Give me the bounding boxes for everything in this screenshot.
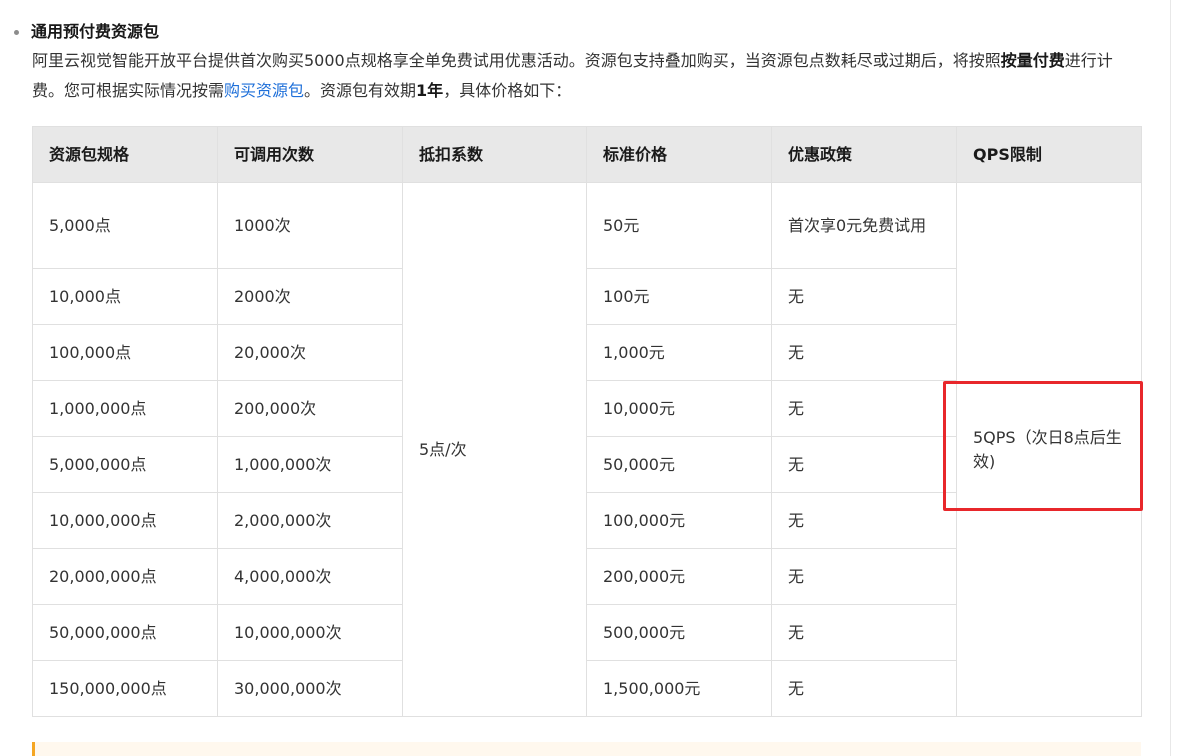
intro-text-4: ，具体价格如下： [443,81,572,100]
section-heading-row: 通用预付费资源包 [14,18,159,42]
header-spec: 资源包规格 [32,126,218,183]
header-qps: QPS限制 [956,126,1142,183]
cell-calls: 2000次 [217,268,403,325]
cell-promo: 无 [771,660,957,717]
cell-price: 100,000元 [586,492,772,549]
header-price: 标准价格 [586,126,772,183]
cell-price: 500,000元 [586,604,772,661]
cell-price: 100元 [586,268,772,325]
cell-spec: 10,000,000点 [32,492,218,549]
cell-calls: 4,000,000次 [217,548,403,605]
cell-spec: 10,000点 [32,268,218,325]
table-row: 5,000点 1000次 5点/次 50元 首次享0元免费试用 5QPS（次日8… [32,182,1142,717]
section-heading: 通用预付费资源包 [31,22,160,41]
cell-price: 1,500,000元 [586,660,772,717]
cell-calls: 1000次 [217,182,403,269]
intro-bold-validity: 1年 [416,81,444,100]
cell-spec: 5,000,000点 [32,436,218,493]
cell-calls: 20,000次 [217,324,403,381]
cell-promo: 无 [771,604,957,661]
cell-spec: 150,000,000点 [32,660,218,717]
bullet-dot-icon [14,29,19,35]
cell-promo: 无 [771,436,957,493]
cell-price: 50,000元 [586,436,772,493]
cell-promo: 无 [771,268,957,325]
cell-spec: 50,000,000点 [32,604,218,661]
intro-paragraph: 阿里云视觉智能开放平台提供首次购买5000点规格享全单免费试用优惠活动。资源包支… [32,46,1144,106]
header-promo: 优惠政策 [771,126,957,183]
cell-price: 1,000元 [586,324,772,381]
cell-promo: 无 [771,380,957,437]
cell-calls: 30,000,000次 [217,660,403,717]
doc-page: 通用预付费资源包 阿里云视觉智能开放平台提供首次购买5000点规格享全单免费试用… [0,0,1190,756]
cell-spec: 20,000,000点 [32,548,218,605]
cell-calls: 1,000,000次 [217,436,403,493]
cell-deduction: 5点/次 [402,182,587,717]
qps-highlight-box [943,381,1143,511]
note-callout [32,742,1141,756]
cell-price: 10,000元 [586,380,772,437]
buy-package-link[interactable]: 购买资源包 [224,81,304,100]
cell-price: 200,000元 [586,548,772,605]
scrollbar-track[interactable] [1170,0,1171,756]
cell-spec: 100,000点 [32,324,218,381]
cell-promo: 无 [771,324,957,381]
header-calls: 可调用次数 [217,126,403,183]
cell-calls: 200,000次 [217,380,403,437]
table-header-row: 资源包规格 可调用次数 抵扣系数 标准价格 优惠政策 QPS限制 [32,126,1142,183]
intro-bold-pay-as-you-go: 按量付费 [1000,51,1065,70]
cell-calls: 10,000,000次 [217,604,403,661]
intro-text-1: 阿里云视觉智能开放平台提供首次购买5000点规格享全单免费试用优惠活动。资源包支… [32,51,1001,70]
cell-promo: 无 [771,548,957,605]
cell-promo: 首次享0元免费试用 [771,182,957,269]
cell-calls: 2,000,000次 [217,492,403,549]
cell-spec: 5,000点 [32,182,218,269]
cell-promo: 无 [771,492,957,549]
cell-spec: 1,000,000点 [32,380,218,437]
intro-text-3: 。资源包有效期 [304,81,417,100]
cell-price: 50元 [586,182,772,269]
header-deduction: 抵扣系数 [402,126,587,183]
